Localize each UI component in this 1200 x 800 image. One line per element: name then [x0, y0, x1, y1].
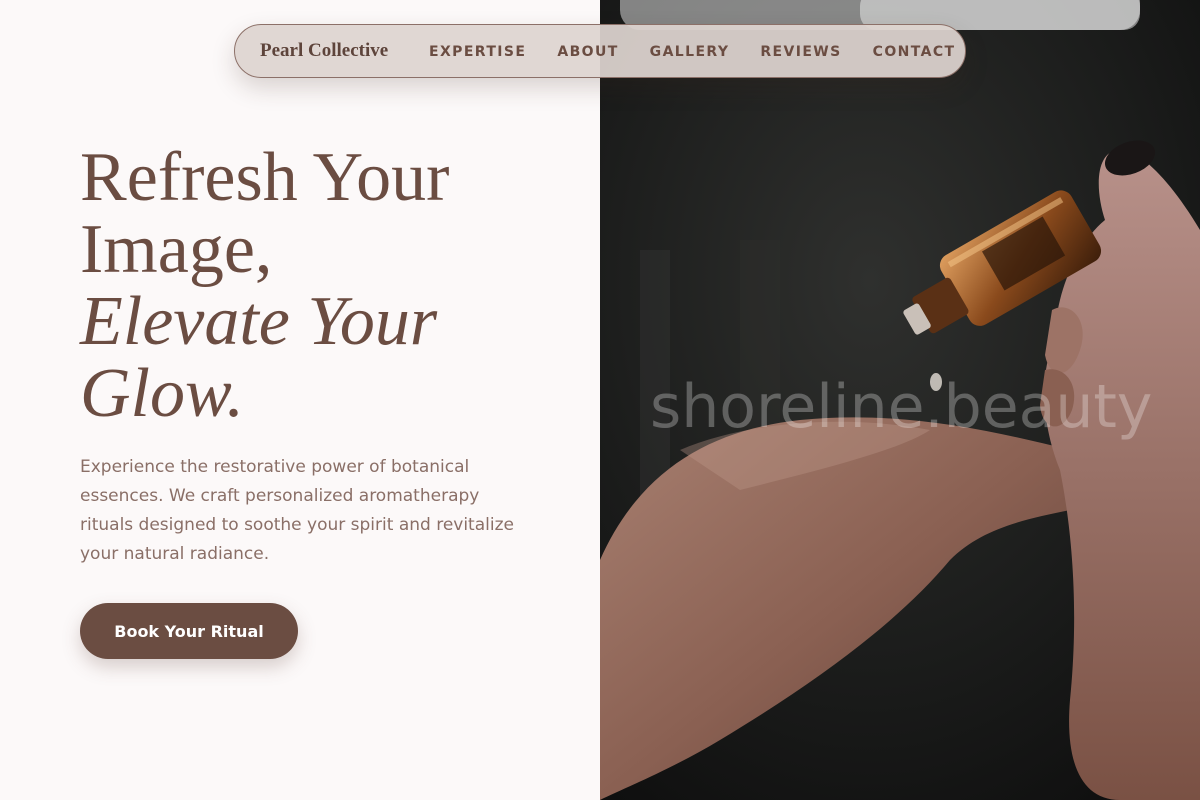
hero-section: Refresh Your Image, Elevate Your Glow. E…	[0, 0, 600, 800]
book-ritual-button[interactable]: Book Your Ritual	[80, 603, 298, 659]
nav-link-reviews[interactable]: REVIEWS	[760, 41, 841, 63]
nav-link-contact[interactable]: CONTACT	[873, 41, 956, 63]
watermark-text: shoreline.beauty	[650, 372, 1153, 442]
headline-line-1: Refresh Your	[80, 139, 450, 216]
headline-line-4: Glow.	[80, 355, 244, 432]
nav-link-gallery[interactable]: GALLERY	[650, 41, 730, 63]
top-navigation: Pearl Collective EXPERTISE ABOUT GALLERY…	[234, 24, 966, 78]
nav-menu: EXPERTISE ABOUT GALLERY REVIEWS CONTACT	[429, 41, 955, 63]
brand-logo[interactable]: Pearl Collective	[260, 39, 388, 63]
headline-line-2: Image,	[80, 211, 273, 288]
hero-description: Experience the restorative power of bota…	[80, 457, 514, 564]
headline-line-3: Elevate Your	[80, 283, 438, 360]
hero-headline: Refresh Your Image, Elevate Your Glow.	[80, 142, 580, 430]
nav-link-about[interactable]: ABOUT	[557, 41, 618, 63]
nav-link-expertise[interactable]: EXPERTISE	[429, 41, 526, 63]
